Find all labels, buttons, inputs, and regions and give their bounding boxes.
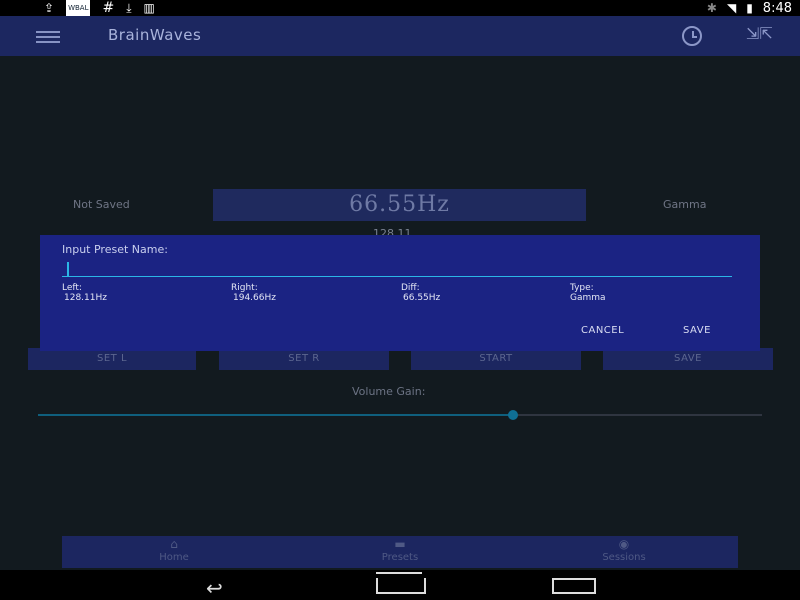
right-info: Right: 194.66Hz <box>231 283 276 303</box>
home-nav-icon: ⌂ <box>170 537 178 551</box>
dialog-save-button[interactable]: SAVE <box>683 325 711 336</box>
barcode-icon: ▥ <box>143 1 155 15</box>
frequency-value: 66.55Hz <box>349 192 450 217</box>
frequency-display: 66.55Hz <box>213 189 586 221</box>
diff-label: Diff: <box>401 283 420 293</box>
clock-icon[interactable] <box>682 26 702 46</box>
app-title: BrainWaves <box>108 26 202 44</box>
right-value: 194.66Hz <box>233 293 276 303</box>
save-status-label: Not Saved <box>73 198 130 211</box>
shrink-icon[interactable]: ⇲⇱ <box>746 24 773 43</box>
download-icon: ⤓ <box>126 1 132 15</box>
preset-name-dialog: Input Preset Name: Left: 128.11Hz Right:… <box>40 235 760 351</box>
start-button[interactable]: START <box>411 348 581 370</box>
save-button[interactable]: SAVE <box>603 348 773 370</box>
bluetooth-icon: ✱ <box>706 1 717 15</box>
volume-slider-fill <box>38 414 513 416</box>
status-left-icons: ⇪ WBAL # ⤓ ▥ <box>44 0 155 16</box>
wifi-icon: ◥ <box>726 1 737 15</box>
presets-icon: ▬ <box>394 537 406 551</box>
volume-slider[interactable] <box>38 410 762 420</box>
left-value: 128.11Hz <box>64 293 107 303</box>
type-info: Type: Gamma <box>570 283 606 303</box>
set-r-button[interactable]: SET R <box>219 348 389 370</box>
nav-item-home[interactable]: ⌂ Home <box>114 536 234 568</box>
diff-info: Diff: 66.55Hz <box>401 283 440 303</box>
system-nav-bar: ↩ <box>0 570 800 600</box>
cancel-button[interactable]: CANCEL <box>581 325 624 336</box>
battery-icon: ▮ <box>746 1 753 15</box>
sessions-icon: ◉ <box>618 537 630 551</box>
wbal-icon: WBAL <box>66 0 91 16</box>
hash-icon: # <box>102 0 115 16</box>
nav-item-sessions[interactable]: ◉ Sessions <box>564 536 684 568</box>
nav-sessions-label: Sessions <box>602 552 646 563</box>
left-info: Left: 128.11Hz <box>62 283 107 303</box>
type-label: Type: <box>570 283 594 293</box>
left-label: Left: <box>62 283 82 293</box>
text-caret <box>67 262 69 276</box>
menu-icon[interactable] <box>36 28 60 44</box>
volume-gain-label: Volume Gain: <box>352 385 426 398</box>
preset-name-input[interactable] <box>62 259 732 277</box>
nav-home-label: Home <box>159 552 189 563</box>
app-bar: BrainWaves ⇲⇱ <box>0 16 800 56</box>
bottom-nav: ⌂ Home ▬ Presets ◉ Sessions <box>62 536 738 568</box>
set-l-button[interactable]: SET L <box>28 348 196 370</box>
wave-type-label: Gamma <box>663 198 707 211</box>
right-label: Right: <box>231 283 258 293</box>
upload-icon: ⇪ <box>44 1 55 15</box>
nav-presets-label: Presets <box>381 552 419 563</box>
recent-apps-icon[interactable] <box>552 578 596 594</box>
dialog-title: Input Preset Name: <box>62 243 168 256</box>
back-icon[interactable]: ↩ <box>206 576 223 600</box>
system-home-icon[interactable] <box>376 572 426 594</box>
type-value: Gamma <box>570 293 606 303</box>
status-bar: ⇪ WBAL # ⤓ ▥ ✱ ◥ ▮ 8:48 <box>0 0 800 16</box>
status-time: 8:48 <box>762 0 792 16</box>
status-right-icons: ✱ ◥ ▮ 8:48 <box>707 0 792 16</box>
volume-slider-thumb[interactable] <box>507 410 518 420</box>
nav-item-presets[interactable]: ▬ Presets <box>340 536 460 568</box>
diff-value: 66.55Hz <box>403 293 441 303</box>
